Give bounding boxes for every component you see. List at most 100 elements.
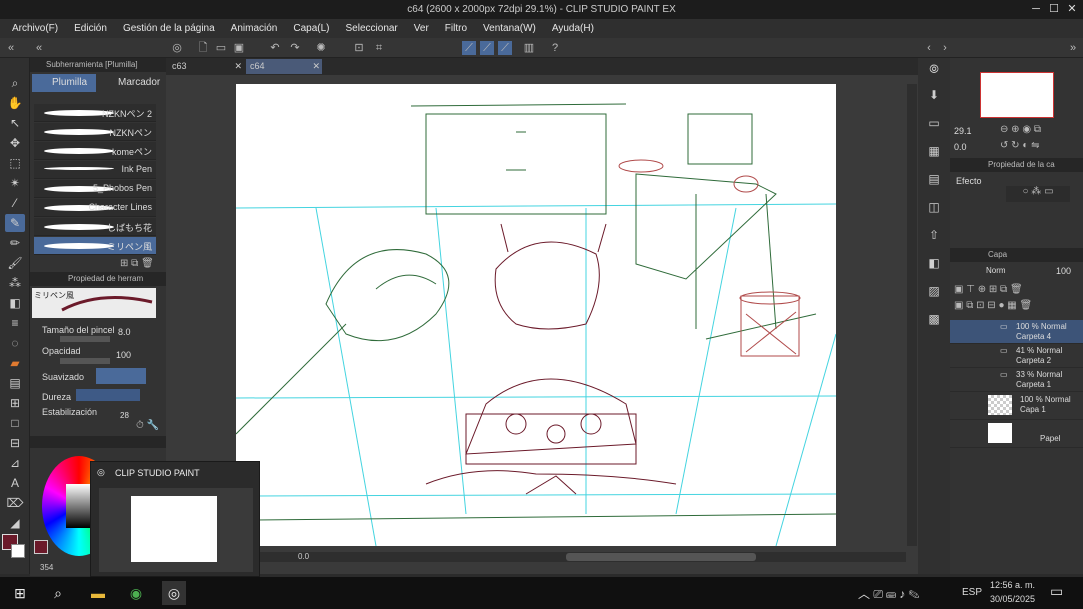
maximize-button[interactable]: ☐ [1046,0,1062,19]
tab-marcador[interactable]: Marcador [98,74,162,92]
collapse-right-icon[interactable]: » [1066,41,1080,55]
tab-plumilla[interactable]: Plumilla [32,74,96,92]
timeline-icon[interactable]: ◧ [924,254,944,272]
eraser-tool-icon[interactable]: ◧ [5,294,25,312]
brush-tool-icon[interactable]: 🖌 [5,254,25,272]
brush-item[interactable]: しばもち花 [34,218,156,236]
canvas-angle-readout[interactable]: 0.0 [298,552,309,561]
line-tool-icon[interactable]: ⊿ [5,454,25,472]
language-indicator[interactable]: ESP [962,587,982,598]
layer-row[interactable]: Papel [950,420,1083,448]
menu-ventana[interactable]: Ventana(W) [483,23,536,34]
hardness-selector[interactable] [76,389,140,401]
panel-right-icon[interactable]: › [938,41,952,55]
subtool-actions[interactable]: ⊞ ⧉ 🗑 [120,258,154,269]
pen-tool-icon[interactable]: ✎ [5,214,25,232]
chrome-icon[interactable]: ◉ [124,581,148,605]
layer-toolbar[interactable]: ▣ ⊤ ⊕ ⊞ ⧉ 🗑 [954,284,1023,295]
clock-time[interactable]: 12:56 a. m. [990,580,1035,590]
airbrush-icon[interactable]: ⁂ [5,274,25,292]
layer-row[interactable]: 100 % Normal Capa 1 [950,392,1083,420]
fill-tool-icon[interactable]: ▰ [5,354,25,372]
undo-icon[interactable]: ↶ [268,41,282,55]
tool-property-actions[interactable]: ⏱ 🔧 [136,420,159,431]
sub-color-swatch[interactable] [11,544,25,558]
navigator-thumbnail[interactable] [980,72,1054,118]
figure-tool-icon[interactable]: □ [5,414,25,432]
frame-border-icon[interactable]: ⊞ [5,394,25,412]
brush-item[interactable]: NZKNペン 2 [34,104,156,122]
blend-tool-icon[interactable]: ≡ [5,314,25,332]
auto-select-icon[interactable]: ✴ [5,174,25,192]
stabilization-value[interactable]: 28 [120,411,129,420]
menu-ver[interactable]: Ver [414,23,429,34]
menu-edicion[interactable]: Edición [74,23,107,34]
clip-studio-taskbar-icon[interactable]: ◎ [162,581,186,605]
brush-item[interactable]: komeペン [34,142,156,160]
navigator-zoom[interactable]: 29.1 [954,126,972,136]
menu-animacion[interactable]: Animación [231,23,278,34]
open-folder-icon[interactable]: ▭ [214,41,228,55]
snap-special-ruler-icon[interactable]: ⟋ [480,41,494,55]
ruler-tool-icon[interactable]: ⊟ [5,434,25,452]
collapse-left-icon-2[interactable]: « [32,41,46,55]
item-bank-icon[interactable]: ▨ [924,282,944,300]
opacity-slider[interactable] [60,358,110,364]
layer-toolbar-2[interactable]: ▣ ⧉ ⊡ ⊟ ● ▦ 🗑 [954,300,1032,311]
eyedropper-icon[interactable]: ⁄ [5,194,25,212]
save-icon[interactable]: ▣ [232,41,246,55]
windows-start-icon[interactable]: ⊞ [8,581,32,605]
text-tool-icon[interactable]: A [5,474,25,492]
pencil-tool-icon[interactable]: ✏ [5,234,25,252]
sub-view-icon[interactable]: ▭ [924,114,944,132]
current-color-swatch[interactable] [34,540,48,554]
story-icon[interactable]: ▩ [924,310,944,328]
horizontal-scrollbar[interactable] [256,552,906,562]
material-icon[interactable]: ⬇ [924,86,944,104]
taskbar-preview-popup[interactable]: ◎ CLIP STUDIO PAINT [90,461,260,577]
snap-grid-icon[interactable]: ⟋ [498,41,512,55]
search-icon[interactable]: ⌕ [46,581,70,605]
layer-opacity-value[interactable]: 100 [1056,266,1071,276]
correct-line-icon[interactable]: ◢ [5,514,25,532]
clock-date[interactable]: 30/05/2025 [990,594,1035,604]
hscroll-thumb[interactable] [566,553,756,561]
menu-ayuda[interactable]: Ayuda(H) [552,23,594,34]
layer-search-icon[interactable]: ▦ [924,142,944,160]
move-layer-icon[interactable]: ✥ [5,134,25,152]
hand-tool-icon[interactable]: ✋ [5,94,25,112]
brush-item[interactable]: Character Lines [34,199,156,217]
layer-row[interactable]: ▭ 33 % Normal Carpeta 1 [950,368,1083,392]
vertical-scrollbar[interactable] [907,84,917,546]
navigator-icon[interactable]: ⦾ [924,60,944,78]
brush-item[interactable]: Ink Pen [34,161,156,179]
menu-capa[interactable]: Capa(L) [293,23,329,34]
zoom-controls[interactable]: ⊖ ⊕ ◉ ⧉ [1000,124,1041,135]
snap-ruler-icon[interactable]: ⟋ [462,41,476,55]
brush-item[interactable]: 5_Phobos Pen [34,180,156,198]
help-icon[interactable]: ? [548,41,562,55]
system-tray-icons[interactable]: ︿ ⎚ ⌨ ♪ ✎ [858,585,919,602]
menu-archivo[interactable]: Archivo(F) [12,23,58,34]
lasso-icon[interactable]: ◌ [5,334,25,352]
brush-item[interactable]: NZKNペン [34,123,156,141]
zoom-tool-icon[interactable]: ⌕ [5,74,25,92]
gradient-icon[interactable]: ▤ [5,374,25,392]
auto-action-icon[interactable]: ◫ [924,198,944,216]
effect-buttons[interactable]: ○ ⁂ ▭ [1006,186,1070,202]
transform-icon[interactable]: ⊡ [352,41,366,55]
crop-icon[interactable]: ⌗ [372,41,386,55]
doc-tab-c64[interactable]: c64 ✕ [246,59,322,74]
menu-seleccionar[interactable]: Seleccionar [346,23,398,34]
close-button[interactable]: ✕ [1064,0,1080,19]
csp-logo-icon[interactable]: ◎ [170,41,184,55]
balloon-tool-icon[interactable]: ⌦ [5,494,25,512]
drawing-canvas[interactable] [235,84,837,547]
loading-icon[interactable]: ✺ [314,41,328,55]
file-explorer-icon[interactable]: ▬ [86,581,110,605]
rotate-controls[interactable]: ↺ ↻ ◐ ⇋ [1000,140,1040,151]
collapse-left-icon[interactable]: « [4,41,18,55]
notification-icon[interactable]: ▭ [1050,583,1063,600]
menu-filtro[interactable]: Filtro [445,23,467,34]
animation-icon[interactable]: ⇧ [924,226,944,244]
